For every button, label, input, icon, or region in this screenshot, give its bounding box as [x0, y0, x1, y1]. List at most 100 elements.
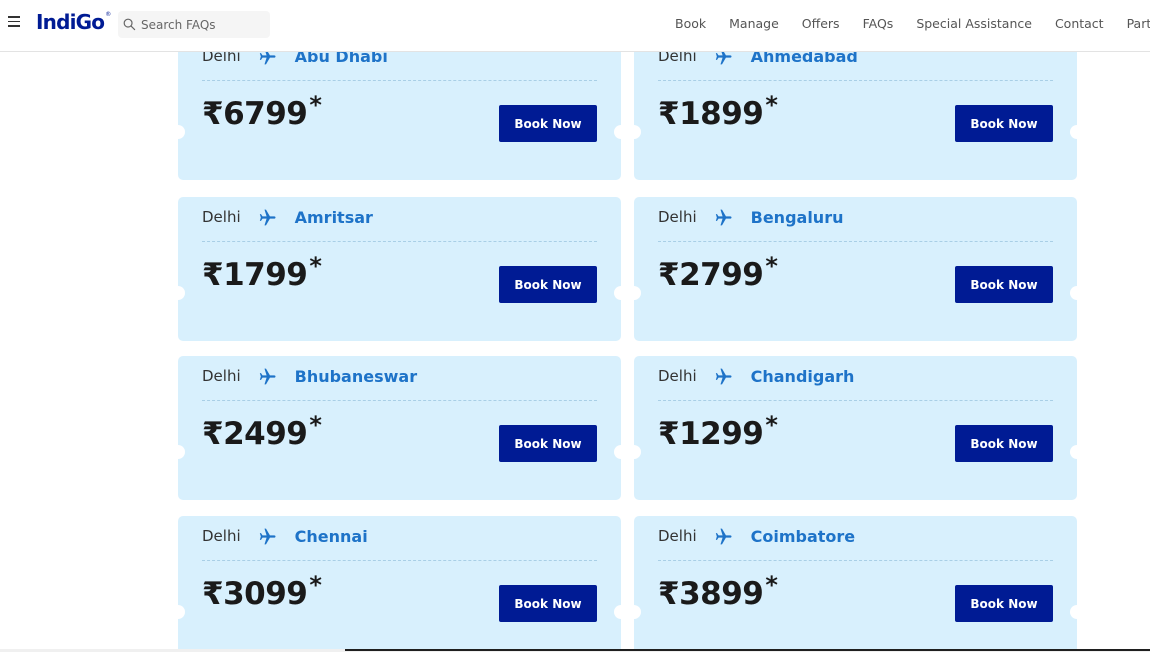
nav-manage[interactable]: Manage [729, 16, 779, 31]
deal-card[interactable]: Delhi Bengaluru ₹2799* Book Now [627, 197, 1084, 341]
book-now-button[interactable]: Book Now [955, 585, 1053, 622]
ticket-notch [614, 445, 628, 459]
search-icon [123, 18, 136, 31]
route: Delhi Coimbatore [658, 524, 855, 548]
deal-card[interactable]: Delhi Chandigarh ₹1299* Book Now [627, 356, 1084, 500]
price-asterisk: * [309, 411, 322, 439]
ticket-notch [171, 125, 185, 139]
destination-city[interactable]: Chandigarh [751, 367, 855, 386]
price-asterisk: * [309, 571, 322, 599]
hamburger-icon[interactable] [8, 16, 20, 28]
search-box[interactable] [118, 11, 270, 38]
nav-special-assistance[interactable]: Special Assistance [916, 16, 1032, 31]
plane-icon [714, 207, 734, 227]
ticket-notch [171, 286, 185, 300]
price-value: ₹6799 [202, 96, 308, 132]
price-value: ₹3899 [658, 576, 764, 612]
price-value: ₹1899 [658, 96, 764, 132]
dashed-divider [202, 400, 597, 401]
origin-city: Delhi [202, 367, 241, 385]
price-value: ₹2499 [202, 416, 308, 452]
origin-city: Delhi [658, 367, 697, 385]
plane-icon [714, 366, 734, 386]
price-asterisk: * [309, 252, 322, 280]
price-asterisk: * [765, 252, 778, 280]
fare-price: ₹6799* [202, 91, 322, 132]
dashed-divider [202, 241, 597, 242]
route: Delhi Bhubaneswar [202, 364, 417, 388]
plane-icon [258, 526, 278, 546]
destination-city[interactable]: Chennai [295, 527, 368, 546]
deal-card[interactable]: Delhi Chennai ₹3099* Book Now [171, 516, 628, 652]
plane-icon [258, 207, 278, 227]
ticket-notch [1070, 445, 1084, 459]
destination-city[interactable]: Amritsar [295, 208, 373, 227]
origin-city: Delhi [658, 527, 697, 545]
nav-faqs[interactable]: FAQs [863, 16, 894, 31]
origin-city: Delhi [658, 208, 697, 226]
price-asterisk: * [765, 411, 778, 439]
ticket-notch [171, 605, 185, 619]
indigo-logo[interactable]: IndiGo® [36, 10, 111, 34]
ticket-notch [1070, 125, 1084, 139]
ticket-notch [1070, 605, 1084, 619]
route: Delhi Amritsar [202, 205, 373, 229]
dashed-divider [202, 560, 597, 561]
fare-price: ₹1799* [202, 252, 322, 293]
price-asterisk: * [765, 571, 778, 599]
fare-price: ₹3099* [202, 571, 322, 612]
fare-price: ₹1299* [658, 411, 778, 452]
logo-text: IndiGo [36, 10, 105, 34]
ticket-notch [1070, 286, 1084, 300]
ticket-notch [627, 445, 641, 459]
search-input[interactable] [141, 17, 261, 32]
price-value: ₹1799 [202, 257, 308, 293]
deal-card[interactable]: Delhi Coimbatore ₹3899* Book Now [627, 516, 1084, 652]
plane-icon [258, 366, 278, 386]
deal-card[interactable]: Delhi Abu Dhabi ₹6799* Book Now [171, 36, 628, 180]
route: Delhi Bengaluru [658, 205, 843, 229]
route: Delhi Chennai [202, 524, 368, 548]
dashed-divider [658, 560, 1053, 561]
nav-offers[interactable]: Offers [802, 16, 840, 31]
ticket-notch [627, 605, 641, 619]
book-now-button[interactable]: Book Now [955, 105, 1053, 142]
ticket-notch [171, 445, 185, 459]
fare-price: ₹2499* [202, 411, 322, 452]
price-asterisk: * [765, 91, 778, 119]
book-now-button[interactable]: Book Now [955, 425, 1053, 462]
ticket-notch [614, 286, 628, 300]
ticket-notch [614, 125, 628, 139]
destination-city[interactable]: Coimbatore [751, 527, 856, 546]
deal-card[interactable]: Delhi Amritsar ₹1799* Book Now [171, 197, 628, 341]
fare-price: ₹3899* [658, 571, 778, 612]
ticket-notch [627, 125, 641, 139]
destination-city[interactable]: Bengaluru [751, 208, 844, 227]
book-now-button[interactable]: Book Now [499, 585, 597, 622]
book-now-button[interactable]: Book Now [955, 266, 1053, 303]
nav-partner[interactable]: Partner [1127, 16, 1150, 31]
ticket-notch [627, 286, 641, 300]
dashed-divider [658, 400, 1053, 401]
main-nav: Book Manage Offers FAQs Special Assistan… [675, 0, 1150, 46]
book-now-button[interactable]: Book Now [499, 105, 597, 142]
site-header: IndiGo® Book Manage Offers FAQs Special … [0, 0, 1150, 52]
registered-mark: ® [105, 11, 111, 18]
ticket-notch [614, 605, 628, 619]
price-asterisk: * [309, 91, 322, 119]
book-now-button[interactable]: Book Now [499, 425, 597, 462]
deal-card[interactable]: Delhi Ahmedabad ₹1899* Book Now [627, 36, 1084, 180]
dashed-divider [658, 241, 1053, 242]
route: Delhi Chandigarh [658, 364, 854, 388]
price-value: ₹3099 [202, 576, 308, 612]
price-value: ₹2799 [658, 257, 764, 293]
book-now-button[interactable]: Book Now [499, 266, 597, 303]
destination-city[interactable]: Bhubaneswar [295, 367, 417, 386]
deal-card[interactable]: Delhi Bhubaneswar ₹2499* Book Now [171, 356, 628, 500]
origin-city: Delhi [202, 208, 241, 226]
origin-city: Delhi [202, 527, 241, 545]
price-value: ₹1299 [658, 416, 764, 452]
plane-icon [714, 526, 734, 546]
nav-contact[interactable]: Contact [1055, 16, 1104, 31]
nav-book[interactable]: Book [675, 16, 706, 31]
